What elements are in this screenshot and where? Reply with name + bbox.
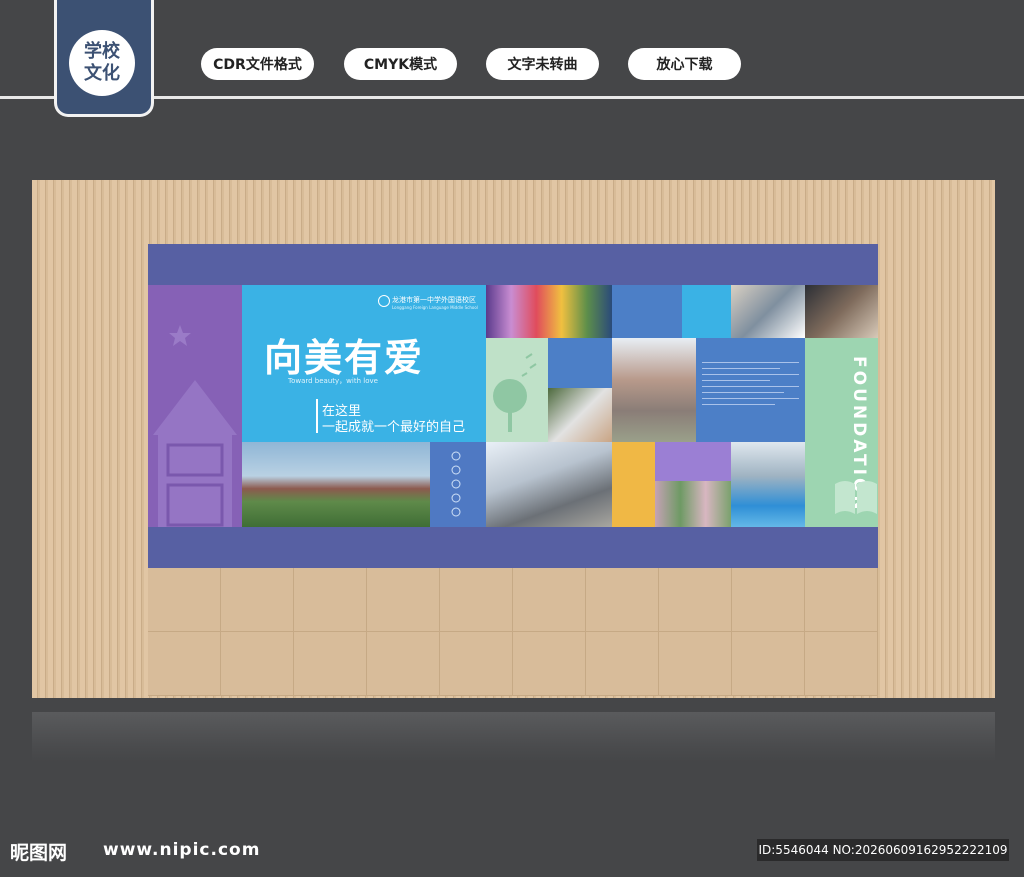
badge-line-1: 学校: [84, 41, 120, 62]
house-icon: [153, 325, 237, 527]
category-badge-circle: 学校 文化: [69, 30, 135, 96]
blue-tile: [612, 285, 682, 338]
image-id-label: ID:5546044 NO:20260609162952222109: [757, 839, 1009, 861]
tree-panel: [486, 338, 548, 442]
format-pill-text[interactable]: 文字未转曲: [486, 48, 599, 80]
text-accent-bar: [316, 399, 318, 433]
board-bottom-band: [148, 527, 878, 568]
school-name-en: Longgang Foreign Language Middle School: [392, 305, 478, 310]
download-pill[interactable]: 放心下载: [628, 48, 741, 80]
badge-line-2: 文化: [84, 63, 120, 84]
yellow-tile: [612, 442, 655, 527]
slogan-subtitle: Toward beauty，with love: [288, 377, 378, 385]
foundation-panel: FOUNDATION: [805, 338, 878, 527]
purple-house-panel: [148, 285, 242, 527]
wall-panels: [148, 568, 878, 696]
blue-tile-2: [548, 338, 612, 388]
format-pill-cmyk[interactable]: CMYK模式: [344, 48, 457, 80]
lavender-tile: [655, 442, 731, 481]
students-smile-photo: [548, 388, 612, 442]
students-desk-photo: [731, 285, 805, 338]
event-photo: [655, 481, 731, 527]
tree-icon: [493, 353, 537, 432]
board-top-band: [148, 244, 878, 285]
slogan-panel: 龙港市第一中学外国语校区 Longgang Foreign Language M…: [242, 285, 486, 442]
slogan-title: 向美有爱: [264, 335, 425, 380]
school-building-photo: [612, 338, 696, 442]
modern-building-photo: [486, 442, 612, 527]
students-group-photo: [486, 285, 612, 338]
swimming-pool-photo: [731, 442, 805, 527]
site-url[interactable]: www.nipic.com: [103, 840, 260, 860]
text-info-panel: [696, 338, 805, 442]
motto-line-2: 一起成就一个最好的自己: [322, 420, 466, 435]
student-cube-photo: [805, 285, 878, 338]
sky-tile: [682, 285, 731, 338]
circle-icons: [451, 451, 461, 517]
category-badge: 学校 文化: [54, 0, 154, 117]
icon-column: [430, 442, 486, 527]
school-logo-icon: [378, 295, 390, 307]
school-name: 龙港市第一中学外国语校区: [392, 296, 476, 304]
book-icon: [835, 481, 877, 514]
format-pill-cdr[interactable]: CDR文件格式: [201, 48, 314, 80]
floor-shadow: [32, 712, 995, 762]
site-logo[interactable]: 昵图网: [10, 838, 67, 865]
campus-photo: [242, 442, 430, 527]
